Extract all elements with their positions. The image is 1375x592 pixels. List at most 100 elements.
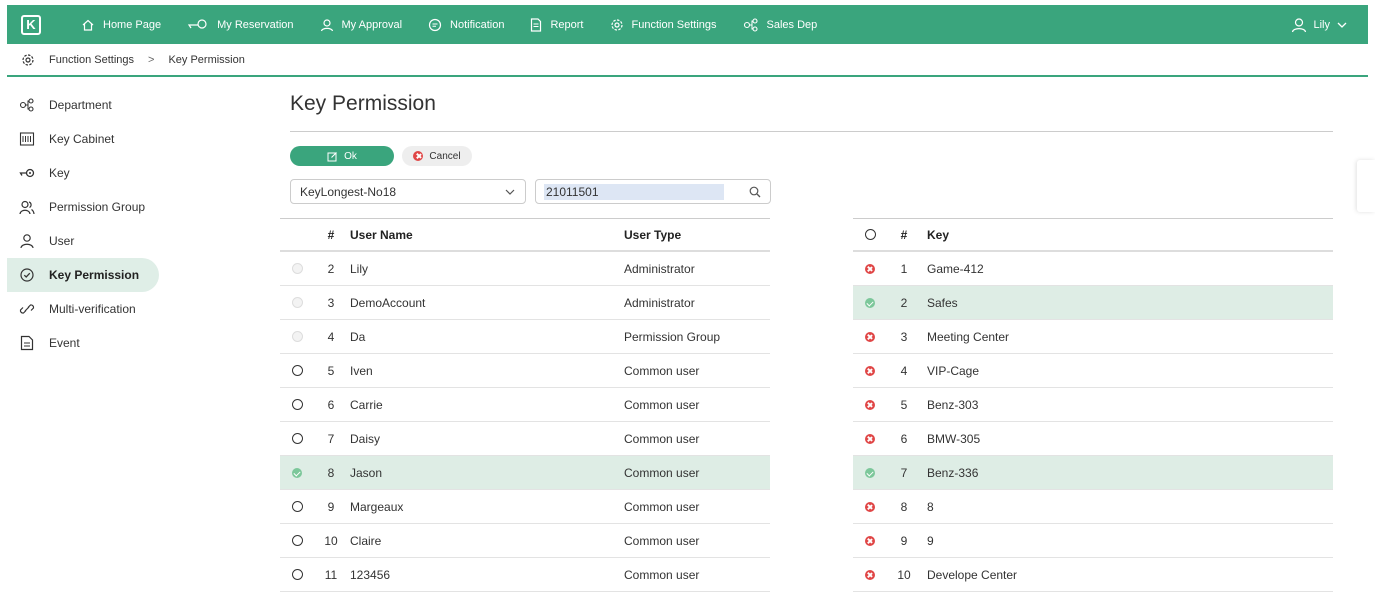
select-radio[interactable] — [291, 569, 303, 580]
check-circle-icon[interactable] — [292, 467, 302, 478]
x-circle-icon[interactable] — [865, 263, 875, 274]
select-radio[interactable] — [291, 501, 303, 512]
key-name-cell: BMW-305 — [927, 431, 981, 446]
table-row[interactable]: 5 Iven Common user — [280, 354, 770, 388]
table-row[interactable]: 9 Margeaux Common user — [280, 490, 770, 524]
table-row[interactable]: 6 Carrie Common user — [280, 388, 770, 422]
nav-my-reservation[interactable]: My Reservation — [187, 18, 294, 32]
sidebar-item-user[interactable]: User — [7, 224, 167, 258]
search-icon[interactable] — [749, 186, 761, 198]
status-cell — [853, 467, 887, 478]
nav-function-settings[interactable]: Function Settings — [610, 18, 717, 32]
select-cell — [280, 433, 314, 444]
sidebar-item-label: Department — [49, 98, 112, 112]
row-number: 10 — [897, 567, 911, 582]
breadcrumb-parent[interactable]: Function Settings — [49, 54, 134, 66]
nav-report[interactable]: Report — [530, 17, 584, 32]
select-all-radio[interactable] — [864, 229, 876, 240]
keys-table: # Key 1 Game-412 2 Safes 3 Meeting Center 4 VIP… — [853, 218, 1333, 592]
sidebar-item-permission-group[interactable]: Permission Group — [7, 190, 167, 224]
check-circle-icon[interactable] — [865, 467, 875, 478]
header-select-all[interactable] — [853, 229, 887, 240]
user-menu[interactable]: Lily — [1285, 5, 1354, 44]
table-row[interactable]: 7 Daisy Common user — [280, 422, 770, 456]
disabled-radio — [291, 297, 303, 308]
table-row[interactable]: 8 Jason Common user — [280, 456, 770, 490]
sidebar-item-department[interactable]: Department — [7, 88, 167, 122]
nav-report-label: Report — [550, 18, 584, 31]
sidebar: Department Key Cabinet Key Permission Gr… — [7, 88, 167, 360]
select-radio[interactable] — [291, 399, 303, 410]
sidebar-item-key-cabinet[interactable]: Key Cabinet — [7, 122, 167, 156]
check-circle-icon[interactable] — [865, 297, 875, 308]
cancel-button[interactable]: Cancel — [402, 146, 472, 166]
table-row[interactable]: 99 — [853, 524, 1333, 558]
document-icon — [20, 335, 34, 351]
x-circle-icon[interactable] — [865, 433, 875, 444]
x-circle-icon[interactable] — [865, 365, 875, 376]
sidebar-item-event[interactable]: Event — [7, 326, 167, 360]
key-cabinet-select[interactable]: KeyLongest-No18 — [290, 179, 526, 204]
table-row[interactable]: 4 Da Permission Group — [280, 320, 770, 354]
table-row[interactable]: 88 — [853, 490, 1333, 524]
select-radio[interactable] — [291, 433, 303, 444]
org-icon — [19, 98, 34, 112]
sidebar-item-label: Key Cabinet — [49, 132, 115, 146]
x-circle-icon[interactable] — [865, 501, 875, 512]
table-row[interactable]: 3 Meeting Center — [853, 320, 1333, 354]
select-radio[interactable] — [291, 365, 303, 376]
ok-button[interactable]: Ok — [290, 146, 394, 166]
row-number: 3 — [327, 295, 335, 310]
key-name-cell: Meeting Center — [927, 329, 1010, 344]
table-row[interactable]: 5 Benz-303 — [853, 388, 1333, 422]
table-row[interactable]: 2 Safes — [853, 286, 1333, 320]
sidebar-item-key[interactable]: Key — [7, 156, 167, 190]
select-radio[interactable] — [291, 535, 303, 546]
x-circle-icon[interactable] — [865, 331, 875, 342]
row-number: 4 — [900, 363, 908, 378]
nav-home-label: Home Page — [103, 18, 162, 31]
sidebar-item-label: Key Permission — [49, 268, 140, 282]
table-row[interactable]: 11 123456 Common user — [280, 558, 770, 592]
sidebar-item-label: Multi-verification — [49, 302, 136, 316]
nav-my-approval[interactable]: My Approval — [320, 18, 402, 32]
breadcrumb-separator: > — [148, 53, 155, 66]
sidebar-item-multi-verification[interactable]: Multi-verification — [7, 292, 167, 326]
table-row[interactable]: 6 BMW-305 — [853, 422, 1333, 456]
row-number: 2 — [327, 261, 335, 276]
nav-sales-dep[interactable]: Sales Dep — [743, 17, 817, 32]
select-cell — [280, 263, 314, 274]
x-circle-icon[interactable] — [865, 569, 875, 580]
header-user-name: User Name — [350, 227, 413, 242]
nav-function-settings-label: Function Settings — [631, 18, 717, 31]
status-cell — [853, 433, 887, 444]
table-row[interactable]: 1 Game-412 — [853, 252, 1333, 286]
row-number: 5 — [900, 397, 908, 412]
search-input[interactable] — [544, 184, 724, 200]
user-type-cell: Common user — [624, 363, 700, 378]
link-icon — [19, 304, 35, 314]
nav-notification[interactable]: Notification — [428, 18, 504, 32]
row-number: 6 — [900, 431, 908, 446]
row-number: 7 — [900, 465, 908, 480]
app-logo[interactable]: K — [21, 14, 41, 35]
table-row[interactable]: 4 VIP-Cage — [853, 354, 1333, 388]
side-drawer-handle[interactable] — [1357, 160, 1375, 212]
sidebar-item-key-permission[interactable]: Key Permission — [7, 258, 159, 292]
user-type-cell: Common user — [624, 499, 700, 514]
x-circle-icon[interactable] — [865, 399, 875, 410]
table-row[interactable]: 10 Develope Center — [853, 558, 1333, 592]
nav-home-page[interactable]: Home Page — [81, 18, 161, 32]
edit-icon — [327, 151, 337, 161]
table-row[interactable]: 2 Lily Administrator — [280, 252, 770, 286]
table-row[interactable]: 7 Benz-336 — [853, 456, 1333, 490]
table-row[interactable]: 10 Claire Common user — [280, 524, 770, 558]
main-nav: Home Page My Reservation My Approval Not… — [81, 17, 843, 32]
x-circle-icon[interactable] — [865, 535, 875, 546]
gear-icon — [610, 18, 623, 31]
user-name-cell: Iven — [350, 363, 373, 378]
chevron-down-icon — [505, 189, 515, 195]
table-row[interactable]: 3 DemoAccount Administrator — [280, 286, 770, 320]
user-type-cell: Common user — [624, 465, 700, 480]
breadcrumb-current: Key Permission — [168, 53, 245, 66]
